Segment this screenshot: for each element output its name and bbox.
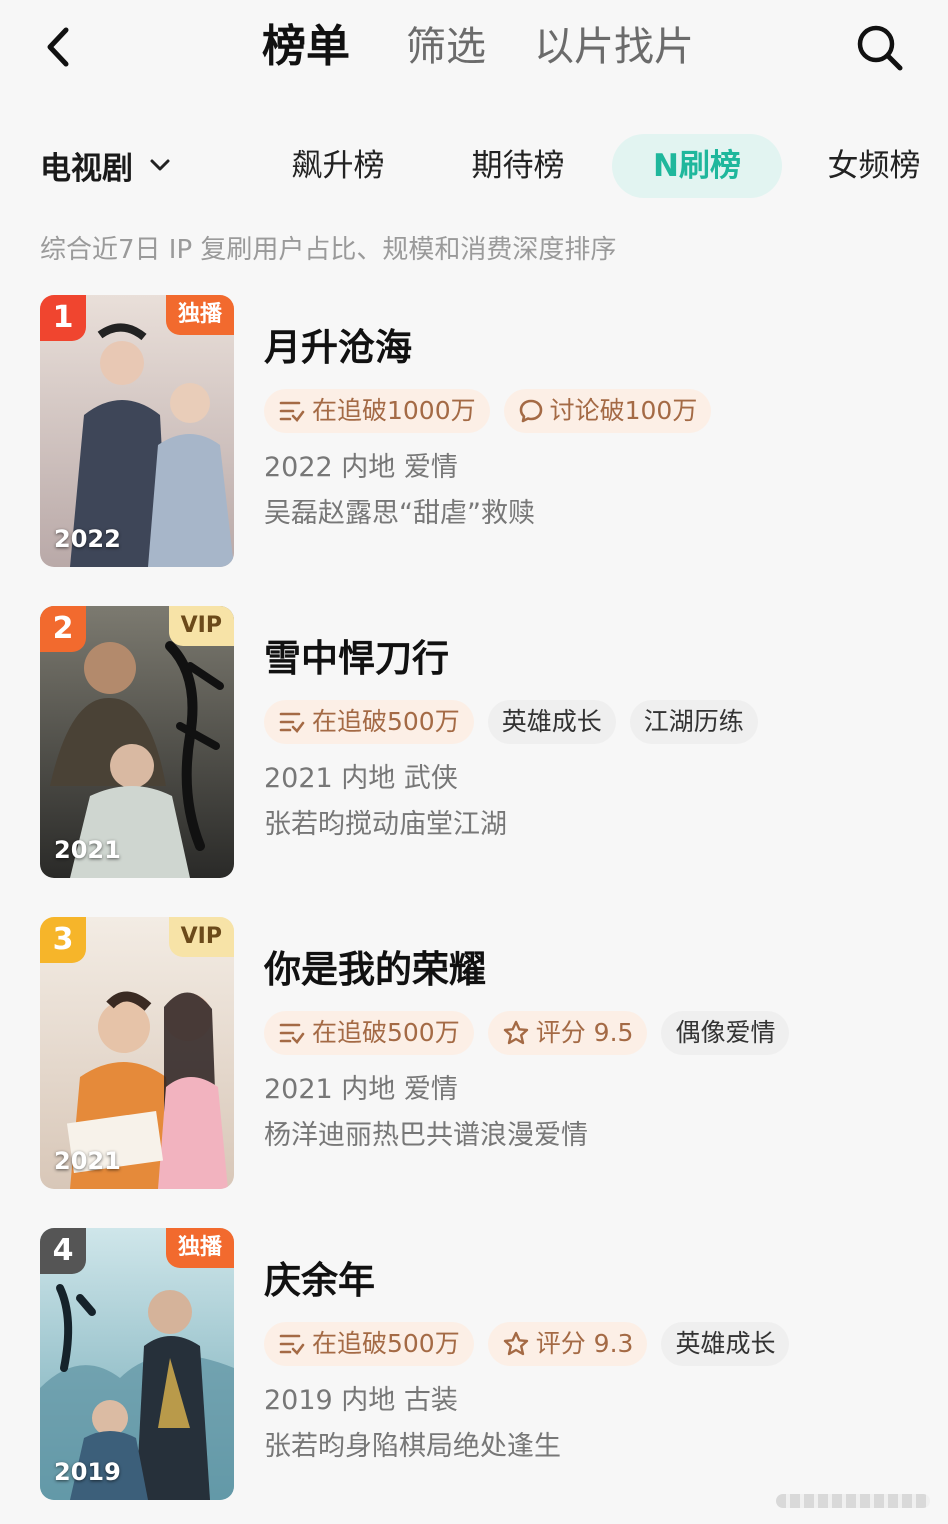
list-icon (279, 401, 305, 422)
tag-text: 评分 9.3 (535, 1329, 634, 1358)
poster-year: 2021 (54, 836, 121, 864)
poster-image[interactable]: 4 独播 2019 (40, 1228, 234, 1500)
show-pitch: 张若昀身陷棋局绝处逢生 (264, 1431, 561, 1462)
following-count-tag: 在追破1000万 (264, 389, 490, 433)
following-count-tag: 在追破500万 (264, 1011, 474, 1055)
poster-year: 2021 (54, 1147, 121, 1175)
tag-text: 评分 9.5 (535, 1018, 634, 1047)
exclusive-badge: 独播 (165, 295, 234, 335)
poster-image[interactable]: 3 VIP 2021 (40, 917, 234, 1189)
star-icon (503, 1020, 528, 1045)
tag-text: 在追破500万 (312, 707, 460, 736)
star-icon (503, 1331, 528, 1356)
show-pitch: 张若昀搅动庙堂江湖 (264, 809, 507, 840)
list-icon (279, 1334, 305, 1355)
vip-badge: VIP (168, 606, 234, 646)
list-item[interactable]: 3 VIP 2021 你是我的荣耀 在追破500万 评分 9.5 偶像爱情 20… (0, 917, 948, 1189)
genre-tag: 偶像爱情 (661, 1011, 790, 1055)
tab-rankings[interactable]: 榜单 (262, 22, 350, 72)
show-meta: 2022 内地 爱情 (264, 452, 458, 483)
show-pitch: 吴磊赵露思“甜虐”救赎 (264, 498, 535, 529)
tag-text: 在追破500万 (312, 1018, 460, 1047)
following-count-tag: 在追破500万 (264, 1322, 474, 1366)
show-title[interactable]: 庆余年 (264, 1256, 924, 1306)
list-icon (279, 1023, 305, 1044)
chevron-left-icon[interactable] (36, 22, 86, 72)
rating-tag: 评分 9.5 (487, 1011, 648, 1055)
top-nav-bar: 榜单 筛选 以片找片 (0, 0, 948, 100)
discussion-count-tag: 讨论破100万 (503, 389, 712, 433)
following-count-tag: 在追破500万 (264, 700, 474, 744)
rating-tag: 评分 9.3 (487, 1322, 648, 1366)
exclusive-badge: 独播 (165, 1228, 234, 1268)
vip-badge: VIP (168, 917, 234, 957)
watermark-bar (776, 1494, 930, 1508)
list-icon (279, 712, 305, 733)
comment-icon (519, 399, 542, 423)
tab-female-list[interactable]: 女频榜 (804, 134, 944, 198)
poster-image[interactable]: 1 独播 2022 (40, 295, 234, 567)
genre-tag: 英雄成长 (487, 700, 616, 744)
list-item[interactable]: 1 独播 2022 月升沧海 在追破1000万 讨论破100万 2022 内地 … (0, 295, 948, 567)
poster-year: 2022 (54, 525, 121, 553)
show-title[interactable]: 雪中悍刀行 (264, 634, 924, 684)
rank-badge: 2 (40, 606, 86, 652)
genre-tag: 江湖历练 (629, 700, 758, 744)
show-title[interactable]: 月升沧海 (264, 323, 924, 373)
tag-text: 在追破500万 (312, 1329, 460, 1358)
tag-text: 在追破1000万 (312, 396, 476, 425)
tab-rising-list[interactable]: 飙升榜 (268, 134, 408, 198)
list-item[interactable]: 2 VIP 2021 雪中悍刀行 在追破500万 英雄成长 江湖历练 2021 … (0, 606, 948, 878)
poster-image[interactable]: 2 VIP 2021 (40, 606, 234, 878)
ranking-filter-row: 电视剧 飙升榜 期待榜 N刷榜 女频榜 (0, 130, 948, 200)
list-item[interactable]: 4 独播 2019 庆余年 在追破500万 评分 9.3 英雄成长 2019 内… (0, 1228, 948, 1500)
genre-tag: 英雄成长 (661, 1322, 790, 1366)
category-dropdown[interactable]: 电视剧 (40, 142, 173, 188)
show-title[interactable]: 你是我的荣耀 (264, 945, 924, 995)
show-pitch: 杨洋迪丽热巴共谱浪漫爱情 (264, 1120, 588, 1151)
tag-text: 讨论破100万 (549, 396, 698, 425)
tab-anticipated-list[interactable]: 期待榜 (448, 134, 588, 198)
tab-filter[interactable]: 筛选 (406, 22, 486, 72)
category-label: 电视剧 (40, 150, 133, 187)
search-icon[interactable] (852, 20, 908, 76)
rank-badge: 1 (40, 295, 86, 341)
show-meta: 2021 内地 爱情 (264, 1074, 458, 1105)
rank-badge: 3 (40, 917, 86, 963)
tab-rewatch-list[interactable]: N刷榜 (612, 134, 782, 198)
chevron-down-icon (150, 159, 170, 171)
show-meta: 2021 内地 武侠 (264, 763, 458, 794)
show-meta: 2019 内地 古装 (264, 1385, 458, 1416)
tab-find-by-film[interactable]: 以片找片 (534, 22, 694, 72)
poster-year: 2019 (54, 1458, 121, 1486)
ranking-description: 综合近7日 IP 复刷用户占比、规模和消费深度排序 (40, 235, 617, 265)
rank-badge: 4 (40, 1228, 86, 1274)
